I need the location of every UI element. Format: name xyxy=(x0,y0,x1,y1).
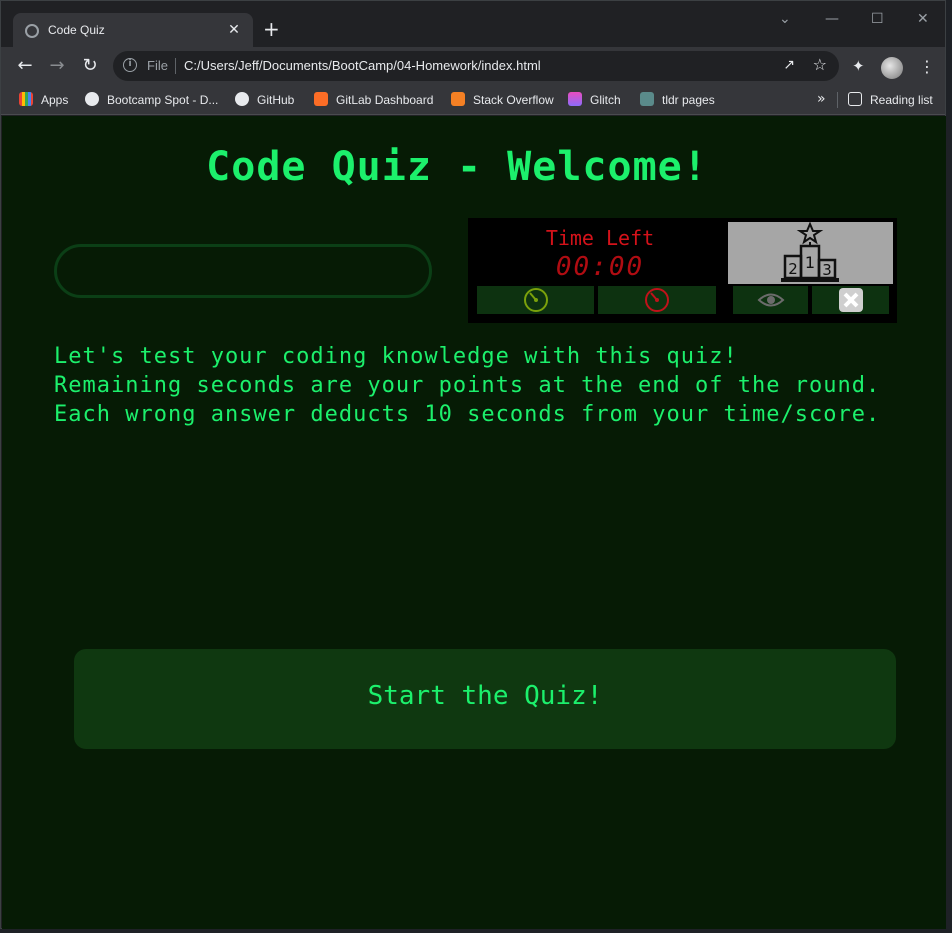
bookmark-label: Apps xyxy=(41,93,69,107)
window-close-button[interactable]: ✕ xyxy=(917,11,929,27)
intro-text: Let's test your coding knowledge with th… xyxy=(54,342,880,429)
bookmark-stack-overflow[interactable]: Stack Overflow xyxy=(451,92,554,107)
tab-code-quiz[interactable]: Code Quiz ✕ xyxy=(13,13,253,49)
tab-title: Code Quiz xyxy=(48,23,105,37)
share-icon[interactable]: ↗ xyxy=(783,57,795,73)
forward-button[interactable]: → xyxy=(46,55,68,77)
menu-icon[interactable]: ⋮ xyxy=(919,55,935,79)
tab-strip: Code Quiz ✕ + ⌄ — ☐ ✕ xyxy=(1,1,945,49)
bookmark-tldr[interactable]: tldr pages xyxy=(640,92,715,107)
svg-text:3: 3 xyxy=(822,261,832,279)
profile-avatar[interactable] xyxy=(881,57,903,79)
progress-bar xyxy=(54,244,432,298)
address-bar[interactable]: i File C:/Users/Jeff/Documents/BootCamp/… xyxy=(113,51,839,81)
timer-value: 00:00 xyxy=(555,252,645,282)
browser-window: Code Quiz ✕ + ⌄ — ☐ ✕ ← → ↻ i File C:/Us… xyxy=(0,0,946,929)
leaderboard-button[interactable]: 1 2 3 xyxy=(728,221,893,284)
close-box-icon xyxy=(838,288,863,312)
back-button[interactable]: ← xyxy=(14,55,36,77)
reading-list-icon xyxy=(848,92,862,106)
reading-list-label: Reading list xyxy=(870,93,933,107)
intro-line: Each wrong answer deducts 10 seconds fro… xyxy=(54,402,881,427)
url-text[interactable]: C:/Users/Jeff/Documents/BootCamp/04-Home… xyxy=(184,58,541,73)
start-quiz-label: Start the Quiz! xyxy=(367,681,603,711)
timer-label: Time Left xyxy=(545,226,655,250)
reload-button[interactable]: ↻ xyxy=(79,55,101,77)
maximize-button[interactable]: ☐ xyxy=(871,11,884,27)
globe-icon xyxy=(25,24,39,38)
bookmark-github[interactable]: GitHub xyxy=(235,92,294,107)
timer-start-button[interactable] xyxy=(477,286,594,314)
tab-search-icon[interactable]: ⌄ xyxy=(779,11,791,27)
bookmark-star-icon[interactable]: ☆ xyxy=(813,55,827,74)
podium-icon: 1 2 3 xyxy=(781,221,839,282)
new-tab-button[interactable]: + xyxy=(263,19,280,39)
status-panel: Time Left 00:00 1 2 3 xyxy=(468,218,897,323)
bookmarks-divider xyxy=(837,92,838,108)
bookmark-apps[interactable]: Apps xyxy=(19,92,68,107)
github-icon xyxy=(235,92,249,106)
page-title: Code Quiz - Welcome! xyxy=(206,144,708,190)
site-info-icon[interactable]: i xyxy=(123,58,137,72)
tab-close-icon[interactable]: ✕ xyxy=(225,21,243,39)
bookmark-label: Glitch xyxy=(590,93,621,107)
extensions-icon[interactable]: ✦ xyxy=(852,57,865,75)
stopwatch-green-icon xyxy=(523,288,548,312)
bookmark-label: GitLab Dashboard xyxy=(336,93,434,107)
bookmark-label: tldr pages xyxy=(662,93,715,107)
bookmark-glitch[interactable]: Glitch xyxy=(568,92,621,107)
bookmark-bootcamp-spot[interactable]: Bootcamp Spot - D... xyxy=(85,92,218,107)
intro-line: Let's test your coding knowledge with th… xyxy=(54,344,738,369)
intro-line: Remaining seconds are your points at the… xyxy=(54,373,881,398)
start-quiz-button[interactable]: Start the Quiz! xyxy=(74,649,896,749)
bookmark-label: GitHub xyxy=(257,93,295,107)
page-content: Code Quiz - Welcome! Time Left 00:00 1 2… xyxy=(2,116,946,929)
more-bookmarks-icon[interactable]: » xyxy=(817,91,826,107)
eye-icon xyxy=(757,293,784,307)
apps-grid-icon xyxy=(19,92,33,106)
svg-text:2: 2 xyxy=(788,260,798,278)
timer-display: Time Left 00:00 xyxy=(476,224,724,290)
svg-text:1: 1 xyxy=(805,253,815,272)
terminal-icon xyxy=(640,92,654,106)
globe-icon xyxy=(85,92,99,106)
reading-list-button[interactable]: Reading list xyxy=(848,92,933,107)
view-scores-button[interactable] xyxy=(733,286,808,314)
address-scheme: File xyxy=(147,58,168,73)
stopwatch-red-icon xyxy=(645,288,669,312)
bookmark-label: Stack Overflow xyxy=(473,93,554,107)
stackoverflow-icon xyxy=(451,92,465,106)
timer-stop-button[interactable] xyxy=(598,286,716,314)
bookmark-label: Bootcamp Spot - D... xyxy=(107,93,219,107)
clear-scores-button[interactable] xyxy=(812,286,889,314)
minimize-button[interactable]: — xyxy=(825,11,839,27)
browser-toolbar: ← → ↻ i File C:/Users/Jeff/Documents/Boo… xyxy=(1,47,945,85)
glitch-icon xyxy=(568,92,582,106)
bookmark-gitlab[interactable]: GitLab Dashboard xyxy=(314,92,433,107)
address-divider xyxy=(175,58,176,74)
bookmarks-bar: Apps Bootcamp Spot - D... GitHub GitLab … xyxy=(1,85,945,115)
gitlab-icon xyxy=(314,92,328,106)
